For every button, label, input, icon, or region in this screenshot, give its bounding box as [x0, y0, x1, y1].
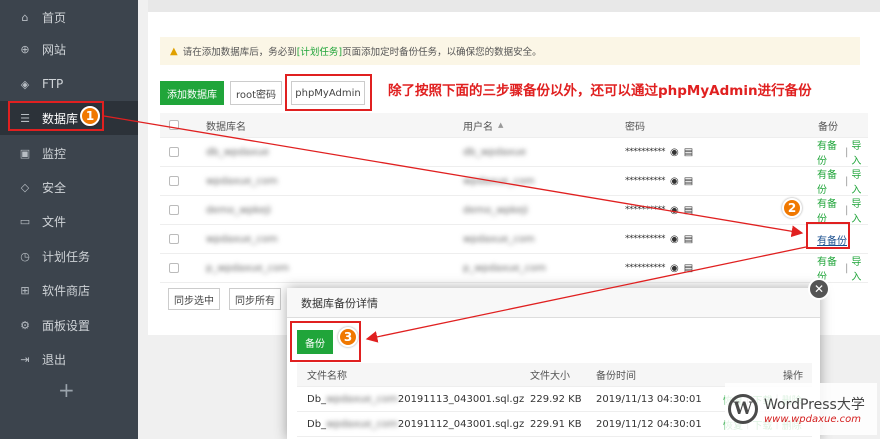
watermark-title: WordPress大学	[764, 396, 865, 413]
step-badge-1: 1	[80, 106, 100, 126]
step-badge-3: 3	[338, 327, 358, 347]
watermark-url: www.wpdaxue.com	[764, 413, 862, 425]
annotation-arrows	[103, 115, 807, 343]
arrow-step2-to-step3	[365, 246, 807, 343]
watermark: W WordPress大学 www.wpdaxue.com	[725, 383, 877, 435]
arrow-step1-to-step2	[103, 115, 804, 238]
wordpress-logo-icon: W	[728, 394, 758, 424]
step-badge-2: 2	[782, 198, 802, 218]
